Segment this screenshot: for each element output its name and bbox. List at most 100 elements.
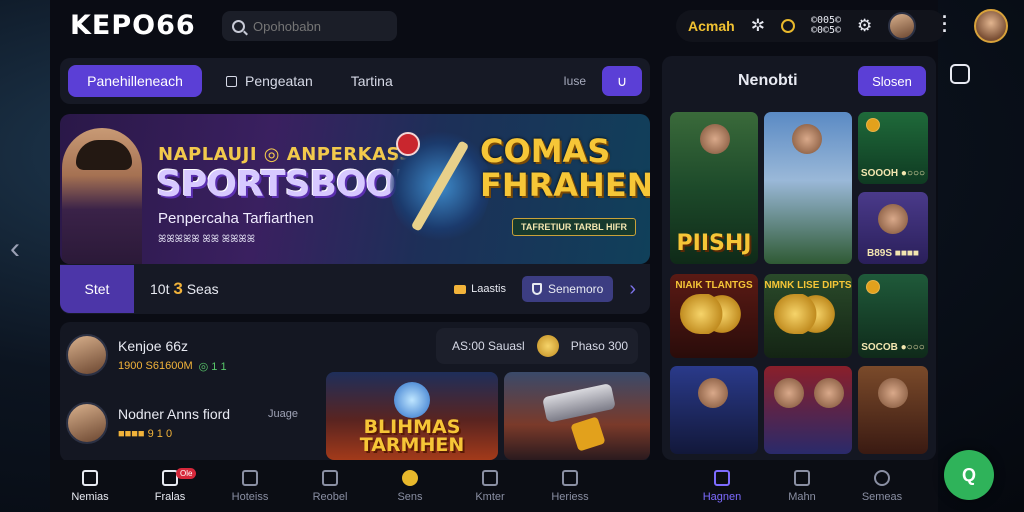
player-icon bbox=[878, 204, 908, 234]
game-tile[interactable]: BLIHMAS TARMHEN bbox=[326, 372, 498, 460]
tab-settings-label: Pengeatan bbox=[245, 73, 313, 89]
player-icon bbox=[700, 124, 730, 154]
game-tile[interactable] bbox=[764, 112, 852, 264]
nav-label: Hagnen bbox=[702, 490, 742, 503]
panel-title: Nenobti bbox=[738, 72, 798, 89]
account-name: Acmah bbox=[688, 18, 735, 34]
search-input[interactable] bbox=[253, 18, 363, 34]
game-tile[interactable]: B89S ■■■■ bbox=[858, 192, 928, 264]
nav-item-mahn[interactable]: Mahn bbox=[762, 469, 842, 503]
avatar bbox=[66, 402, 108, 444]
tile-caption: NIAIK TLANTGS bbox=[675, 280, 753, 291]
game-tile[interactable] bbox=[504, 372, 650, 460]
carousel-prev-icon[interactable]: ‹ bbox=[10, 232, 20, 266]
coin-icon bbox=[402, 469, 418, 486]
wallet-gear-icon[interactable]: ⚙ bbox=[857, 16, 872, 36]
settings-gear-icon[interactable]: ✲ bbox=[751, 16, 765, 36]
badge-icon bbox=[866, 118, 880, 132]
banner-promo: COMAS FHRAHEN bbox=[480, 132, 650, 204]
banner-person-image bbox=[62, 128, 142, 264]
square-icon bbox=[226, 75, 237, 87]
banner-bar: Stet 10t 3 Seas Laastis Senemoro › bbox=[60, 264, 650, 314]
tab-small-label[interactable]: Iuse bbox=[563, 74, 586, 88]
account-pill[interactable]: Acmah ✲ ©005© ©0©5© ⚙ bbox=[676, 10, 946, 42]
coins-icon bbox=[774, 294, 844, 334]
chevron-right-icon[interactable]: › bbox=[629, 278, 636, 301]
search-box[interactable] bbox=[222, 11, 397, 41]
game-tile[interactable]: NMNK LISE DIPTS bbox=[764, 274, 852, 358]
tab-tartina[interactable]: Tartina bbox=[337, 65, 407, 97]
game-tile[interactable]: PIISHJ bbox=[670, 112, 758, 264]
list-item[interactable]: Kenjoe 66z 1900 S61600M ◎ 1 1 bbox=[66, 334, 227, 376]
profile-avatar[interactable] bbox=[974, 9, 1008, 43]
nav-item-semeas[interactable]: Semeas bbox=[842, 469, 922, 503]
count-prefix: 10t bbox=[150, 281, 170, 297]
right-panel: Nenobti Slosen PIISHJ SOOOH ●○○○ B89S ■■… bbox=[662, 56, 936, 460]
leaderboard-panel: Kenjoe 66z 1900 S61600M ◎ 1 1 Nodner Ann… bbox=[60, 322, 650, 462]
tile-title: PIISHJ bbox=[676, 231, 752, 256]
tile-caption: SOOOH ●○○○ bbox=[860, 168, 926, 179]
balance: ©005© ©0©5© bbox=[811, 16, 841, 36]
nav-item-reobel[interactable]: Reobel bbox=[290, 469, 370, 503]
sportsbook-banner[interactable]: NAPLAUJI ◎ ANPERKASSI ◎ SPORTSBOOK Penpe… bbox=[60, 114, 650, 264]
nav-item-sens[interactable]: Sens bbox=[370, 469, 450, 503]
nav-label: Hoteiss bbox=[231, 490, 269, 503]
banner-title: SPORTSBOOK bbox=[156, 164, 423, 205]
home-icon bbox=[82, 469, 98, 486]
count-suffix: Seas bbox=[186, 281, 219, 297]
tile-caption: SOCOB ●○○○ bbox=[861, 342, 925, 353]
game-tile[interactable] bbox=[670, 366, 758, 454]
nav-item-kmter[interactable]: Kmter bbox=[450, 469, 530, 503]
nav-label: Semeas bbox=[861, 490, 903, 503]
game-tile[interactable] bbox=[858, 366, 928, 454]
more-menu-icon[interactable]: · · · bbox=[942, 8, 948, 40]
bet-right: Phaso 300 bbox=[570, 339, 629, 353]
nav-item-hoteiss[interactable]: Hoteiss bbox=[210, 469, 290, 503]
player-icon bbox=[814, 378, 844, 408]
tile-caption: NMNK LISE DIPTS bbox=[764, 280, 852, 291]
game-tile[interactable]: SOOOH ●○○○ bbox=[858, 112, 928, 184]
logo[interactable]: KEPO66 bbox=[70, 10, 196, 41]
shield-button[interactable]: Senemoro bbox=[521, 276, 614, 302]
avatar bbox=[66, 334, 108, 376]
player-name: Kenjoe 66z bbox=[118, 337, 189, 354]
bet-box[interactable]: AS:00 Sauasl Phaso 300 bbox=[436, 328, 638, 364]
tab-action-button[interactable]: ∪ bbox=[602, 66, 642, 96]
tab-home[interactable]: Panehilleneach bbox=[68, 65, 202, 97]
nav-item-home[interactable]: Nemias bbox=[50, 469, 130, 503]
tabs-right: Iuse ∪ bbox=[563, 66, 642, 96]
player-name: Nodner Anns fiord bbox=[118, 406, 231, 422]
player-icon bbox=[698, 378, 728, 408]
list-item[interactable]: Nodner Anns fiord ■■■■ 9 1 0 bbox=[66, 402, 230, 444]
game-tile-title: BLIHMAS TARMHEN bbox=[359, 416, 465, 456]
shield-icon bbox=[531, 283, 542, 295]
game-tile[interactable]: NIAIK TLANTGS bbox=[670, 274, 758, 358]
chat-fab-button[interactable]: Q bbox=[944, 450, 994, 500]
bar-pill[interactable]: Laastis bbox=[454, 283, 506, 295]
player-stats: 1900 S61600M ◎ 1 1 bbox=[118, 360, 227, 373]
orb-icon bbox=[394, 382, 430, 418]
nav-item-heriess[interactable]: Heriess bbox=[530, 469, 610, 503]
nav-item-fralas[interactable]: Fralas Ole bbox=[130, 467, 210, 503]
bag-icon bbox=[714, 469, 730, 486]
game-tile[interactable] bbox=[764, 366, 852, 454]
player-stats: ■■■■ 9 1 0 bbox=[118, 428, 230, 440]
nav-item-hagnen[interactable]: Hagnen bbox=[682, 469, 762, 503]
user-avatar[interactable] bbox=[888, 12, 917, 40]
tab-settings[interactable]: Pengeatan bbox=[212, 65, 327, 97]
chip-icon bbox=[454, 284, 467, 294]
panel-button[interactable]: Slosen bbox=[858, 66, 926, 96]
camera-icon[interactable] bbox=[950, 64, 970, 84]
badge-icon bbox=[866, 280, 880, 294]
bar-right: Laastis Senemoro › bbox=[454, 276, 650, 302]
nav-label: Kmter bbox=[475, 490, 505, 503]
start-button[interactable]: Stet bbox=[60, 265, 134, 313]
shield-button-label: Senemoro bbox=[547, 282, 604, 296]
nav-label: Fralas bbox=[154, 490, 186, 503]
cube-icon bbox=[562, 469, 578, 486]
nav-tabs: Panehilleneach Pengeatan Tartina Iuse ∪ bbox=[60, 58, 650, 104]
game-tile[interactable]: SOCOB ●○○○ bbox=[858, 274, 928, 358]
banner-promo-sub: TAFRETIUR TARBL HIFR bbox=[512, 218, 636, 236]
nav-label: Heriess bbox=[551, 490, 589, 503]
banner-small-text: ꕤꕤꕤꕤꕤ ꕤꕤ ꕤꕤꕤꕤ bbox=[158, 234, 256, 245]
